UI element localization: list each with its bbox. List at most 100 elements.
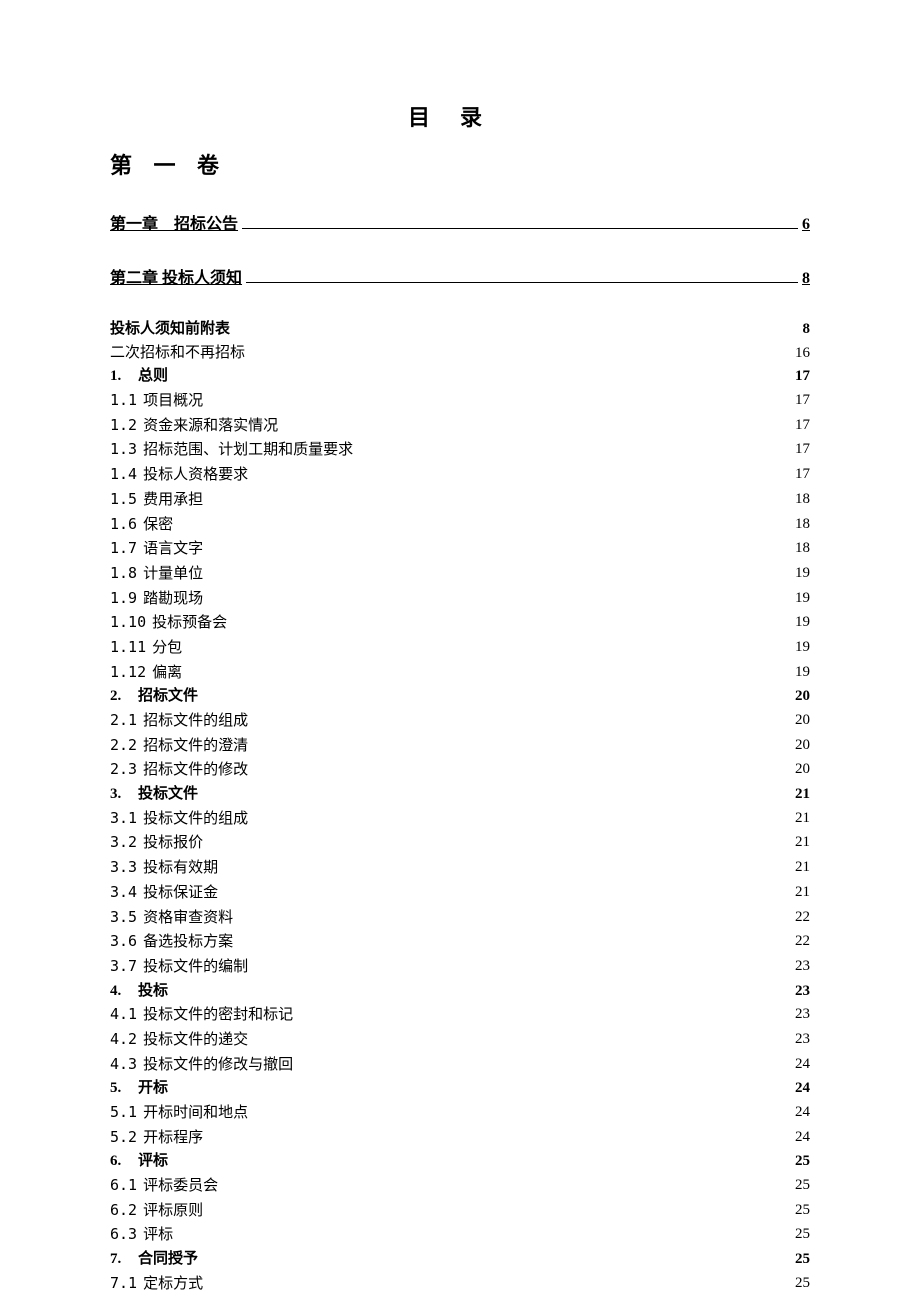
toc-row: 3.5资格审查资料22 [110, 906, 810, 931]
toc-entry-page: 25 [795, 1174, 810, 1199]
toc-entry-title: 开标程序 [143, 1130, 203, 1146]
toc-row: 2.2招标文件的澄清20 [110, 734, 810, 759]
toc-row: 3.2投标报价 21 [110, 831, 810, 856]
toc-entry-number: 6.3 [110, 1223, 137, 1247]
toc-entry-title: 定标方式 [143, 1276, 203, 1292]
toc-entry-page: 20 [795, 734, 810, 759]
toc-entry-number: 3.6 [110, 930, 137, 954]
toc-entry-title: 偏离 [152, 665, 182, 681]
toc-entry-title: 备选投标方案 [143, 934, 233, 950]
toc-entry-title: 投标文件 [138, 786, 198, 802]
toc-entry-number: 3.3 [110, 856, 137, 880]
toc-entry-page: 21 [795, 831, 810, 856]
toc-entry-label: 1. 总则 [110, 365, 168, 389]
toc-entry-number: 4.1 [110, 1003, 137, 1027]
toc-entry-number: 5.2 [110, 1126, 137, 1150]
toc-row: 3.投标文件21 [110, 783, 810, 807]
toc-entry-title: 分包 [152, 640, 182, 656]
toc-entry-label: 3.7投标文件的编制 [110, 955, 248, 980]
toc-entry-label: 4.投标 [110, 980, 168, 1004]
toc-row: 1.5费用承担18 [110, 488, 810, 513]
toc-entry-title: 开标时间和地点 [143, 1105, 248, 1121]
toc-entry-title: 招标文件 [138, 688, 198, 704]
toc-entry-page: 24 [795, 1053, 810, 1078]
toc-row: 7.1定标方式 25 [110, 1272, 810, 1297]
toc-entry-page: 23 [795, 955, 810, 980]
toc-entry-title: 评标原则 [143, 1203, 203, 1219]
toc-entry-number: 1.12 [110, 661, 146, 685]
document-title: 目录 [110, 100, 810, 132]
toc-entry-number: 6. [110, 1150, 124, 1174]
toc-row: 二次招标和不再招标16 [110, 342, 810, 366]
toc-row: 4.投标23 [110, 980, 810, 1004]
toc-entry-title: 投标人资格要求 [143, 467, 248, 483]
toc-row: 3.6备选投标方案22 [110, 930, 810, 955]
toc-entry-label: 1.12 偏离 [110, 661, 182, 686]
toc-entry-label: 3.4 投标保证金 [110, 881, 218, 906]
toc-entry-label: 3.2投标报价 [110, 831, 203, 856]
toc-entry-number: 3.5 [110, 906, 137, 930]
toc-entry-label: 5.2 开标程序 [110, 1126, 203, 1151]
toc-entry-label: 1.6保密 [110, 513, 173, 538]
toc-entry-label: 二次招标和不再招标 [110, 342, 245, 366]
toc-entry-page: 25 [795, 1248, 810, 1272]
toc-row: 1.1项目概况17 [110, 389, 810, 414]
toc-entry-number: 4. [110, 980, 124, 1004]
toc-entry-title: 总则 [138, 368, 168, 384]
toc-entry-page: 19 [795, 562, 810, 587]
toc-row: 6.评标25 [110, 1150, 810, 1174]
toc-entry-label: 3.1投标文件的组成 [110, 807, 248, 832]
toc-entry-number: 1.11 [110, 636, 146, 660]
toc-entry-label: 2. 招标文件 [110, 685, 198, 709]
toc-row: 投标人须知前附表8 [110, 318, 810, 342]
toc-entry-page: 17 [795, 463, 810, 488]
toc-entry-page: 23 [795, 1003, 810, 1028]
toc-entry-title: 投标人须知前附表 [110, 321, 230, 337]
toc-entry-page: 19 [795, 636, 810, 661]
toc-entry-number: 5. [110, 1077, 124, 1101]
toc-entry-label: 1.2资金来源和落实情况 [110, 414, 278, 439]
toc-entry-page: 17 [795, 438, 810, 463]
toc-entry-label: 4.1投标文件的密封和标记 [110, 1003, 293, 1028]
toc-entry-title: 开标 [138, 1080, 168, 1096]
toc-entry-label: 2.3 招标文件的修改 [110, 758, 248, 783]
toc-entry-number: 1.7 [110, 537, 137, 561]
toc-entry-title: 招标文件的修改 [143, 762, 248, 778]
toc-entry-page: 25 [795, 1272, 810, 1297]
toc-entry-page: 25 [795, 1199, 810, 1224]
toc-entry-page: 18 [795, 488, 810, 513]
toc-row: 4.3投标文件的修改与撤回24 [110, 1053, 810, 1078]
toc-entry-number: 1.4 [110, 463, 137, 487]
toc-row: 2.3 招标文件的修改 20 [110, 758, 810, 783]
toc-entry-number: 1. [110, 365, 124, 389]
toc-entry-page: 20 [795, 758, 810, 783]
toc-entry-page: 21 [795, 856, 810, 881]
toc-entry-number: 3.4 [110, 881, 137, 905]
toc-entry-label: 7.合同授予 [110, 1248, 198, 1272]
toc-entry-title: 投标文件的递交 [143, 1032, 248, 1048]
toc-entry-page: 19 [795, 661, 810, 686]
toc-entry-label: 3.投标文件 [110, 783, 198, 807]
toc-entry-label: 7.1定标方式 [110, 1272, 203, 1297]
toc-entry-page: 24 [795, 1101, 810, 1126]
toc-row: 1.4 投标人资格要求 17 [110, 463, 810, 488]
toc-entry-title: 投标文件的组成 [143, 811, 248, 827]
chapter-underline [242, 228, 798, 229]
toc-entry-label: 6.1评标委员会 [110, 1174, 218, 1199]
toc-entry-number: 1.10 [110, 611, 146, 635]
toc-row: 4.2投标文件的递交23 [110, 1028, 810, 1053]
toc-entry-title: 投标保证金 [143, 885, 218, 901]
toc-row: 2.1招标文件的组成20 [110, 709, 810, 734]
toc-entry-number: 2.3 [110, 758, 137, 782]
toc-entry-page: 19 [795, 587, 810, 612]
toc-row: 3.4投标保证金21 [110, 881, 810, 906]
toc-row: 3.7投标文件的编制 23 [110, 955, 810, 980]
toc-row: 5.2开标程序24 [110, 1126, 810, 1151]
toc-entry-number: 4.2 [110, 1028, 137, 1052]
toc-entry-page: 22 [795, 906, 810, 931]
toc-entry-label: 1.10投标预备会 [110, 611, 227, 636]
toc-entry-number: 2. [110, 685, 124, 709]
toc-entry-page: 21 [795, 807, 810, 832]
toc-row: 1.9踏勘现场19 [110, 587, 810, 612]
toc-row: 2.招标文件20 [110, 685, 810, 709]
